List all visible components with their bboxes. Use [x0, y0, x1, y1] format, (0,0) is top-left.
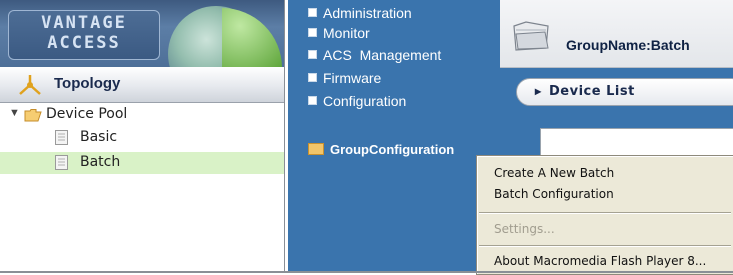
topology-header: Topology [0, 67, 284, 103]
logo-line-1: VANTAGE [41, 13, 127, 33]
bullet-icon [308, 73, 317, 82]
nav-item-acs-management[interactable]: ACS Management [308, 47, 441, 63]
nav-folder-groupconfiguration[interactable]: GroupConfiguration [308, 142, 454, 157]
menu-separator [479, 212, 731, 214]
group-name-title: GroupName:Batch [566, 37, 690, 53]
menu-item-create-new-batch[interactable]: Create A New Batch [494, 166, 614, 180]
device-list-label: Device List [549, 84, 635, 99]
nav-item-label: Monitor [323, 25, 370, 41]
folder-icon [308, 143, 324, 155]
nav-item-monitor[interactable]: Monitor [308, 25, 370, 41]
tree-item-label: Basic [80, 129, 118, 145]
group-folder-icon [513, 21, 549, 51]
menu-item-settings: Settings... [494, 222, 555, 236]
logo-bar: VANTAGE ACCESS [0, 0, 284, 67]
vantage-access-logo: VANTAGE ACCESS [8, 10, 160, 60]
logo-line-2: ACCESS [47, 33, 121, 53]
menu-separator [479, 245, 731, 247]
expand-arrow-icon[interactable]: ▼ [9, 107, 20, 119]
tree-item-device-pool[interactable]: ▼ Device Pool [0, 104, 284, 126]
expand-arrow-icon: ▸ [535, 84, 542, 98]
nav-item-label: Firmware [323, 70, 382, 86]
nav-item-label: Configuration [323, 93, 407, 109]
batch-document-icon [55, 130, 68, 145]
nav-item-firmware[interactable]: Firmware [308, 70, 381, 86]
logo-green-segment [222, 8, 282, 67]
nav-folder-label: GroupConfiguration [330, 142, 455, 157]
nav-item-configuration[interactable]: Configuration [308, 93, 406, 109]
nav-item-label: ACS Management [323, 47, 442, 63]
context-menu: Create A New Batch Batch Configuration S… [476, 155, 733, 275]
bullet-icon [308, 8, 317, 17]
main-nav: Administration Monitor ACS Management Fi… [288, 0, 500, 273]
bullet-icon [308, 28, 317, 37]
bullet-icon [308, 96, 317, 105]
tree-item-batch[interactable]: Batch [0, 152, 284, 174]
topology-title: Topology [54, 75, 121, 92]
topology-icon [19, 75, 41, 95]
folder-open-icon [24, 109, 42, 122]
group-header: GroupName:Batch [500, 0, 733, 68]
batch-document-icon [55, 155, 68, 170]
menu-item-batch-configuration[interactable]: Batch Configuration [494, 187, 614, 201]
nav-item-administration[interactable]: Administration [308, 5, 412, 21]
tree-item-basic[interactable]: Basic [0, 127, 284, 149]
nav-item-label: Administration [323, 5, 412, 21]
tree-item-label: Batch [80, 154, 121, 170]
tree-item-label: Device Pool [46, 106, 128, 122]
left-panel: VANTAGE ACCESS Topology ▼ Device Pool Ba… [0, 0, 285, 273]
device-list-button[interactable]: ▸ Device List [516, 78, 733, 106]
menu-item-about-flash-player[interactable]: About Macromedia Flash Player 8... [494, 254, 706, 268]
bullet-icon [308, 50, 317, 59]
